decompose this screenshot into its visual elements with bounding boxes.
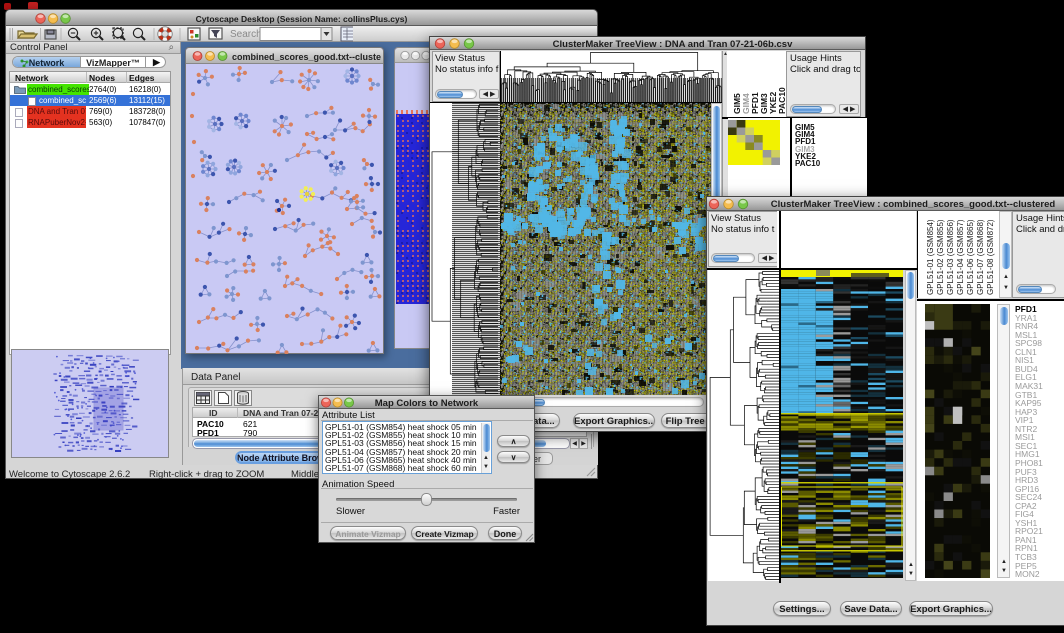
svg-text:Search:: Search: <box>230 29 264 40</box>
